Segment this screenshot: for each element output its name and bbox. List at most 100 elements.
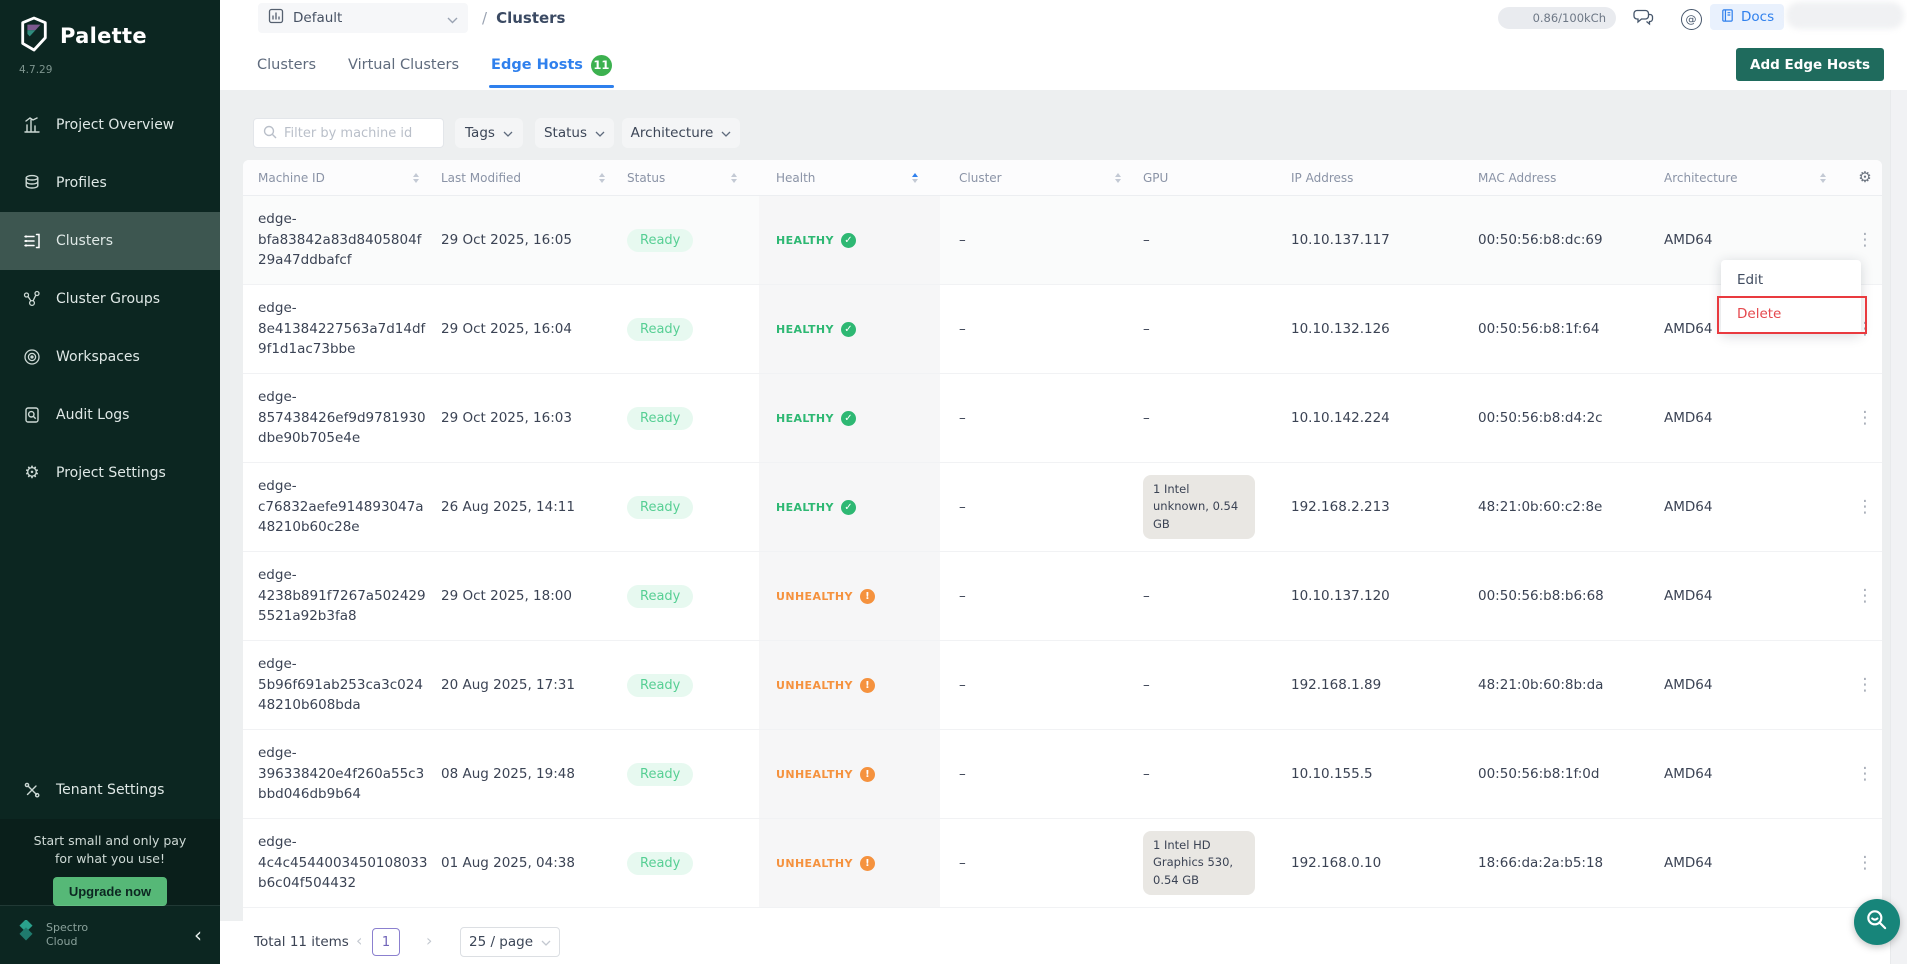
row-actions-button[interactable]: ⋮ [1848, 463, 1882, 551]
table-row[interactable]: edge-8e41384227563a7d14df9f1d1ac73bbe 29… [243, 285, 1882, 374]
promo-text-line2: for what you use! [0, 850, 220, 868]
breadcrumb-current: Clusters [496, 9, 565, 27]
column-settings-button[interactable]: ⚙ [1848, 160, 1882, 195]
kebab-icon: ⋮ [1857, 766, 1874, 783]
architecture-cell: AMD64 [1664, 463, 1848, 551]
health-indicator: UNHEALTHY ! [776, 856, 875, 871]
palette-app: Palette 4.7.29 Project Overview Profiles [0, 0, 1907, 964]
cluster-cell: – [940, 641, 1143, 729]
column-header-machine-id[interactable]: Machine ID [243, 160, 441, 195]
ip-address-cell: 10.10.142.224 [1291, 374, 1478, 462]
row-actions-button[interactable]: ⋮ [1848, 641, 1882, 729]
health-indicator: UNHEALTHY ! [776, 589, 875, 604]
table-row[interactable]: edge-396338420e4f260a55c3bbd046db9b64 08… [243, 730, 1882, 819]
book-icon [1720, 8, 1735, 27]
layers-icon [22, 173, 42, 193]
next-page-icon[interactable]: › [426, 931, 432, 950]
mention-support-button[interactable]: @ [1678, 6, 1704, 32]
main-content: Default / Clusters 0.86/100kCh @ [220, 0, 1907, 964]
sidebar-item-profiles[interactable]: Profiles [0, 154, 220, 212]
machine-id-search[interactable] [253, 118, 444, 148]
table-row[interactable]: edge-c76832aefe914893047a48210b60c28e 26… [243, 463, 1882, 552]
sidebar-item-project-settings[interactable]: ⚙ Project Settings [0, 444, 220, 502]
upgrade-now-button[interactable]: Upgrade now [53, 877, 167, 906]
health-status-icon: ! [860, 589, 875, 604]
row-actions-button[interactable]: ⋮ [1848, 819, 1882, 907]
health-indicator: UNHEALTHY ! [776, 678, 875, 693]
sidebar-item-audit-logs[interactable]: Audit Logs [0, 386, 220, 444]
mac-address-cell: 00:50:56:b8:d4:2c [1478, 374, 1664, 462]
sidebar-item-tenant-settings[interactable]: Tenant Settings [0, 768, 220, 812]
mac-address-cell: 00:50:56:b8:dc:69 [1478, 196, 1664, 284]
gpu-cell: – [1143, 641, 1291, 729]
docs-button[interactable]: Docs [1710, 4, 1784, 30]
sidebar-collapse-icon[interactable]: ‹ [194, 925, 202, 945]
chevron-down-icon [721, 125, 731, 141]
machine-id-cell: edge-4c4c4544003450108033b6c04f504432 [243, 819, 441, 907]
palette-logo[interactable]: Palette [18, 16, 147, 56]
architecture-filter-dropdown[interactable]: Architecture [622, 118, 740, 148]
tags-filter-dropdown[interactable]: Tags [455, 118, 523, 148]
column-header-architecture[interactable]: Architecture [1664, 160, 1848, 195]
context-menu-delete[interactable]: Delete [1721, 297, 1861, 331]
usage-value: 0.86/100kCh [1533, 11, 1606, 25]
current-page-button[interactable]: 1 [372, 928, 400, 956]
sort-icon [599, 173, 605, 183]
table-row[interactable]: edge-4238b891f7267a5024295521a92b3fa8 29… [243, 552, 1882, 641]
sidebar-item-label: Tenant Settings [56, 782, 164, 798]
sidebar-item-workspaces[interactable]: Workspaces [0, 328, 220, 386]
machine-id-cell: edge-c76832aefe914893047a48210b60c28e [243, 463, 441, 551]
sidebar-item-cluster-groups[interactable]: Cluster Groups [0, 270, 220, 328]
row-actions-button[interactable]: ⋮ [1848, 552, 1882, 640]
table-row[interactable]: edge-4c4c4544003450108033b6c04f504432 01… [243, 819, 1882, 908]
sort-icon [413, 173, 419, 183]
column-header-status[interactable]: Status [627, 160, 759, 195]
health-indicator: HEALTHY ✓ [776, 411, 856, 426]
ip-address-cell: 10.10.132.126 [1291, 285, 1478, 373]
health-cell: HEALTHY ✓ [759, 285, 940, 373]
row-actions-button[interactable]: ⋮ [1848, 374, 1882, 462]
add-edge-hosts-button[interactable]: Add Edge Hosts [1736, 48, 1884, 81]
kebab-icon: ⋮ [1857, 855, 1874, 872]
health-cell: HEALTHY ✓ [759, 196, 940, 284]
status-cell: Ready [627, 463, 759, 551]
feedback-chat-button[interactable] [1630, 6, 1656, 32]
search-input[interactable] [284, 126, 424, 141]
context-menu-edit[interactable]: Edit [1721, 263, 1861, 297]
sidebar: Palette 4.7.29 Project Overview Profiles [0, 0, 220, 964]
column-header-last-modified[interactable]: Last Modified [441, 160, 627, 195]
status-badge: Ready [627, 229, 693, 252]
tab-virtual-clusters[interactable]: Virtual Clusters [346, 42, 461, 88]
user-account-blurred[interactable] [1786, 2, 1904, 29]
table-row[interactable]: edge-5b96f691ab253ca3c02448210b608bda 20… [243, 641, 1882, 730]
sidebar-item-label: Clusters [56, 233, 113, 249]
sidebar-item-clusters[interactable]: Clusters [0, 212, 220, 270]
gpu-cell: – [1143, 730, 1291, 818]
column-header-health[interactable]: Health [759, 160, 940, 195]
sidebar-item-project-overview[interactable]: Project Overview [0, 96, 220, 154]
table-row[interactable]: edge-857438426ef9d9781930dbe90b705e4e 29… [243, 374, 1882, 463]
health-status-icon: ✓ [841, 500, 856, 515]
last-modified-cell: 29 Oct 2025, 16:04 [441, 285, 627, 373]
help-chat-launcher[interactable] [1854, 899, 1900, 945]
tab-edge-hosts[interactable]: Edge Hosts 11 [489, 42, 614, 88]
kebab-icon: ⋮ [1857, 499, 1874, 516]
scrollbar-track[interactable] [1890, 90, 1907, 964]
server-list-icon [22, 231, 42, 251]
row-actions-button[interactable]: ⋮ [1848, 730, 1882, 818]
table-row[interactable]: edge-bfa83842a83d8405804f29a47ddbafcf 29… [243, 196, 1882, 285]
row-context-menu: Edit Delete [1721, 260, 1861, 334]
document-search-icon [22, 405, 42, 425]
search-icon [263, 124, 277, 143]
tab-clusters[interactable]: Clusters [255, 42, 318, 88]
cluster-cell: – [940, 285, 1143, 373]
kebab-icon: ⋮ [1857, 588, 1874, 605]
table-body: edge-bfa83842a83d8405804f29a47ddbafcf 29… [243, 196, 1882, 908]
project-selector[interactable]: Default [258, 3, 468, 33]
column-header-cluster[interactable]: Cluster [940, 160, 1143, 195]
page-size-select[interactable]: 25 / page [460, 927, 560, 957]
sidebar-item-label: Project Settings [56, 465, 166, 481]
status-filter-dropdown[interactable]: Status [535, 118, 614, 148]
gpu-cell: 1 Intel HD Graphics 530, 0.54 GB [1143, 819, 1291, 907]
prev-page-icon[interactable]: ‹ [356, 931, 362, 950]
